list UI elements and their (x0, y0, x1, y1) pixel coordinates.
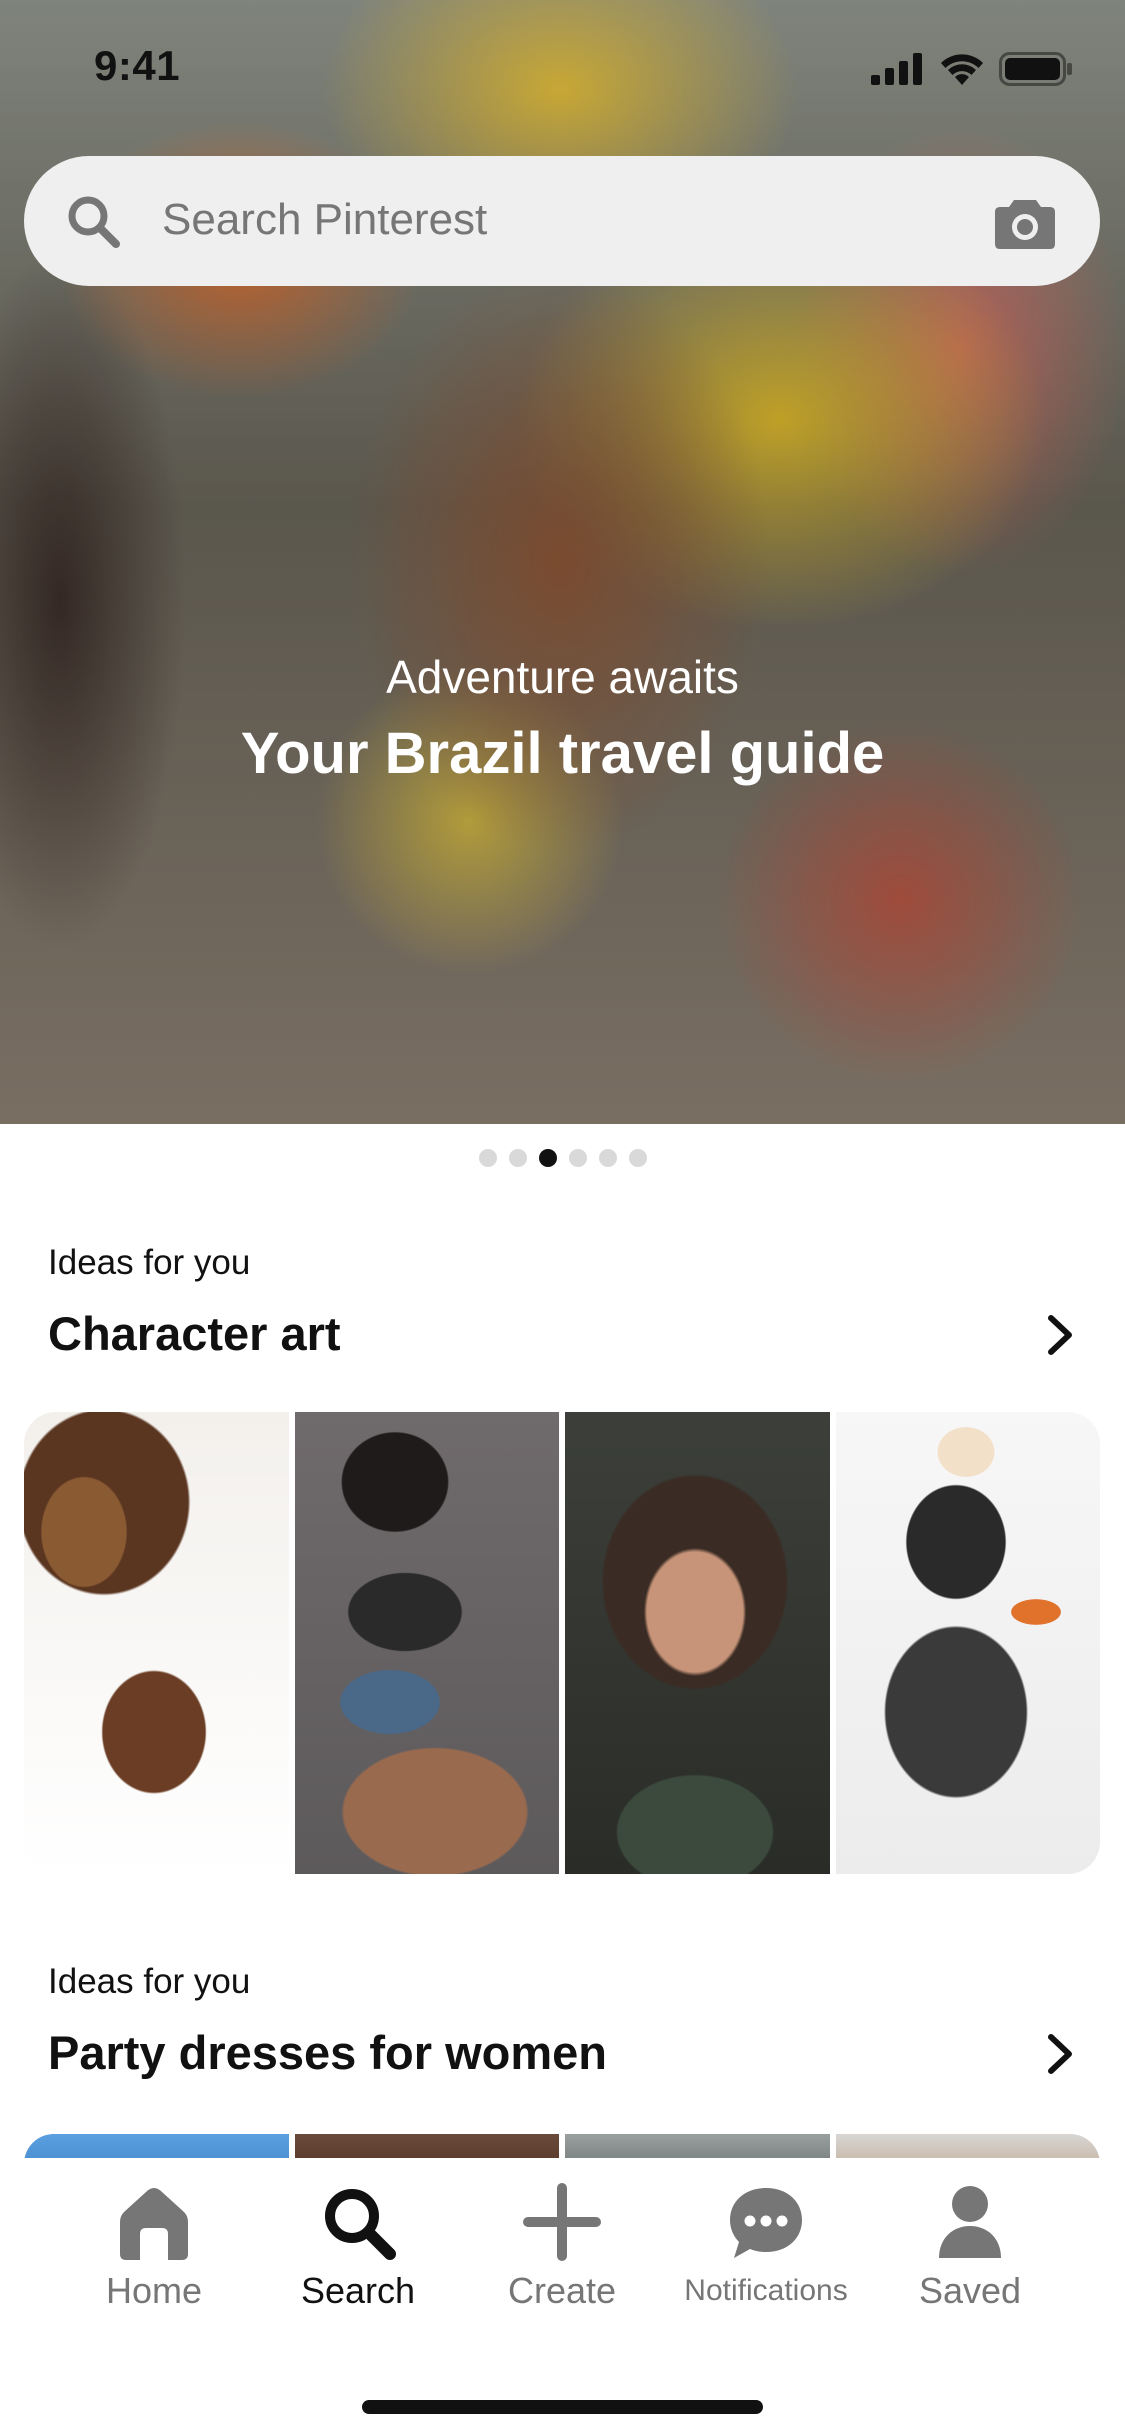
tab-label: Create (507, 2270, 617, 2311)
pin-image[interactable] (565, 1412, 830, 1874)
battery-icon (999, 52, 1072, 86)
search-input[interactable]: Search Pinterest (162, 195, 487, 245)
wifi-icon (941, 54, 983, 85)
cellular-signal-icon (871, 53, 922, 85)
tab-notifications[interactable]: Notifications (666, 2182, 866, 2308)
page-dot[interactable] (628, 1149, 647, 1167)
carousel-page-indicator (0, 1149, 1125, 1167)
pin-image[interactable] (294, 1412, 559, 1874)
tab-home[interactable]: Home (54, 2182, 254, 2312)
search-icon (325, 2189, 396, 2260)
page-dot[interactable] (478, 1149, 497, 1167)
status-bar: 9:41 (0, 0, 1125, 140)
tab-saved[interactable]: Saved (870, 2182, 1070, 2312)
chevron-right-icon[interactable] (1035, 1310, 1085, 1360)
tab-label: Home (105, 2270, 203, 2311)
chat-bubble-icon (730, 2188, 802, 2258)
idea-collage[interactable] (24, 1412, 1100, 1874)
chevron-right-icon[interactable] (1035, 2029, 1085, 2079)
page-dot[interactable] (598, 1149, 617, 1167)
home-indicator (362, 2400, 763, 2414)
tab-create[interactable]: Create (462, 2182, 662, 2312)
home-icon (120, 2188, 188, 2260)
hero-banner[interactable]: 9:41 Search Pinterest Adventure awaits Y… (0, 0, 1125, 1124)
profile-icon (939, 2186, 1001, 2258)
pin-image[interactable] (24, 1412, 289, 1874)
section-kicker: Ideas for you (48, 1243, 251, 1282)
page-dot-active[interactable] (538, 1149, 557, 1167)
tab-search[interactable]: Search (258, 2182, 458, 2312)
section-kicker: Ideas for you (48, 1962, 251, 2001)
status-icons (871, 52, 1073, 86)
camera-icon[interactable] (994, 194, 1056, 250)
hero-kicker: Adventure awaits (386, 651, 739, 703)
search-bar[interactable]: Search Pinterest (24, 156, 1100, 286)
search-icon (68, 196, 120, 248)
page-dot[interactable] (568, 1149, 587, 1167)
tab-label: Search (300, 2270, 416, 2311)
tab-label: Saved (918, 2270, 1022, 2311)
plus-icon (523, 2183, 601, 2261)
pin-image[interactable] (835, 1412, 1100, 1874)
page-dot[interactable] (508, 1149, 527, 1167)
hero-title: Your Brazil travel guide (240, 721, 885, 786)
section-title[interactable]: Party dresses for women (48, 2025, 607, 2080)
status-time: 9:41 (94, 42, 181, 89)
section-title[interactable]: Character art (48, 1306, 341, 1361)
bottom-tab-bar: Home Search Create Notifications Saved (0, 2158, 1125, 2436)
tab-label: Notifications (684, 2274, 848, 2307)
